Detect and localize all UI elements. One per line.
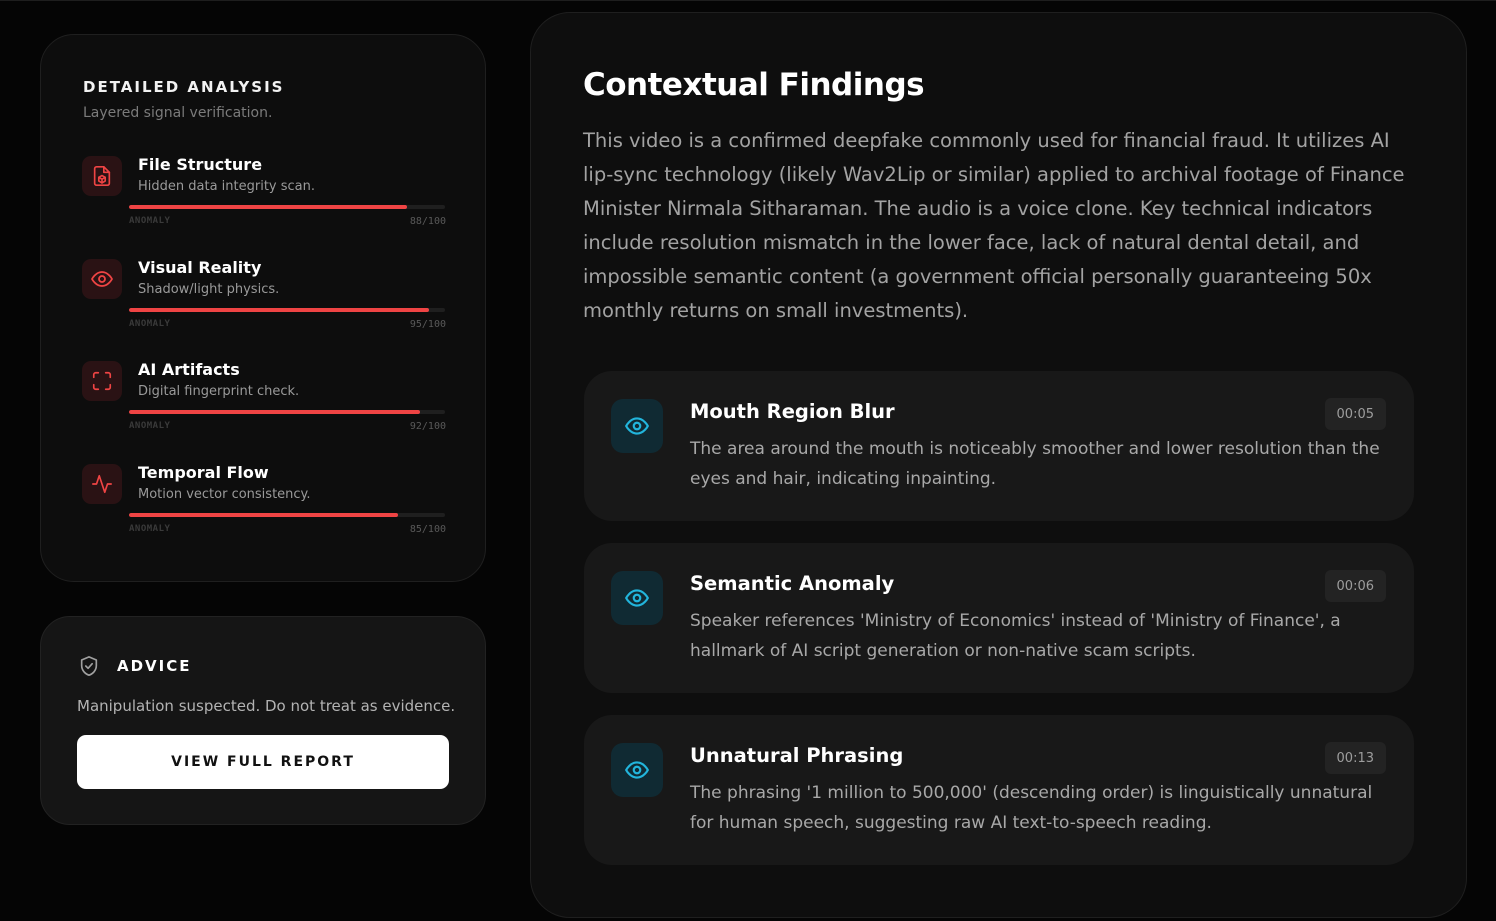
analysis-subtitle: Layered signal verification.	[83, 105, 273, 121]
finding-description: Speaker references 'Ministry of Economic…	[690, 611, 1341, 661]
metric-ai-artifacts: AI Artifacts Digital fingerprint check. …	[82, 360, 446, 450]
metric-name: Visual Reality	[138, 258, 262, 277]
activity-pulse-icon	[82, 464, 122, 504]
eye-icon	[82, 259, 122, 299]
finding-title: Semantic Anomaly	[690, 572, 895, 595]
metric-description: Shadow/light physics.	[138, 282, 280, 297]
metric-bar	[129, 308, 445, 312]
view-full-report-button[interactable]: VIEW FULL REPORT	[77, 735, 449, 789]
shield-check-icon	[78, 655, 100, 677]
metric-file-structure: File Structure Hidden data integrity sca…	[82, 155, 446, 245]
metric-bar	[129, 205, 445, 209]
metric-bar	[129, 513, 445, 517]
timestamp-badge[interactable]: 00:05	[1324, 398, 1386, 430]
metric-tag: ANOMALY	[129, 421, 171, 431]
advice-title: ADVICE	[117, 657, 192, 675]
detailed-analysis-card: DETAILED ANALYSIS Layered signal verific…	[40, 34, 486, 582]
findings-summary: This video is a confirmed deepfake commo…	[583, 129, 1405, 322]
metric-bar-fill	[129, 513, 398, 517]
eye-icon	[611, 399, 663, 453]
metric-tag: ANOMALY	[129, 319, 171, 329]
analysis-title: DETAILED ANALYSIS	[83, 78, 285, 96]
metric-name: File Structure	[138, 155, 263, 174]
finding-item[interactable]: Mouth Region Blur 00:05 The area around …	[584, 371, 1414, 521]
metric-score: 95/100	[409, 319, 446, 330]
finding-title: Mouth Region Blur	[690, 400, 895, 423]
top-divider	[0, 0, 1496, 1]
scan-frame-icon	[82, 361, 122, 401]
finding-description: The phrasing '1 million to 500,000' (des…	[690, 783, 1373, 833]
metric-tag: ANOMALY	[129, 216, 171, 226]
metric-score: 88/100	[409, 216, 446, 227]
metric-temporal-flow: Temporal Flow Motion vector consistency.…	[82, 463, 446, 553]
metric-score: 92/100	[409, 421, 446, 432]
file-box-icon	[82, 156, 122, 196]
metric-bar-fill	[129, 308, 430, 312]
metric-name: Temporal Flow	[138, 463, 269, 482]
metric-visual-reality: Visual Reality Shadow/light physics. ANO…	[82, 258, 446, 348]
metric-description: Digital fingerprint check.	[138, 384, 300, 399]
advice-text: Manipulation suspected. Do not treat as …	[77, 697, 456, 715]
finding-item[interactable]: Unnatural Phrasing 00:13 The phrasing '1…	[584, 715, 1414, 865]
metric-score: 85/100	[409, 524, 446, 535]
timestamp-badge[interactable]: 00:13	[1324, 742, 1386, 774]
findings-title: Contextual Findings	[583, 67, 925, 103]
eye-icon	[611, 743, 663, 797]
metric-description: Motion vector consistency.	[138, 487, 311, 502]
finding-description: The area around the mouth is noticeably …	[690, 439, 1380, 489]
contextual-findings-panel: Contextual Findings This video is a conf…	[530, 12, 1467, 918]
eye-icon	[611, 571, 663, 625]
metric-bar-fill	[129, 410, 420, 414]
advice-card: ADVICE Manipulation suspected. Do not tr…	[40, 616, 486, 825]
metric-bar	[129, 410, 445, 414]
timestamp-badge[interactable]: 00:06	[1324, 570, 1386, 602]
finding-item[interactable]: Semantic Anomaly 00:06 Speaker reference…	[584, 543, 1414, 693]
metric-bar-fill	[129, 205, 408, 209]
metric-description: Hidden data integrity scan.	[138, 179, 316, 194]
metric-name: AI Artifacts	[138, 360, 240, 379]
finding-title: Unnatural Phrasing	[690, 744, 904, 767]
metric-tag: ANOMALY	[129, 524, 171, 534]
